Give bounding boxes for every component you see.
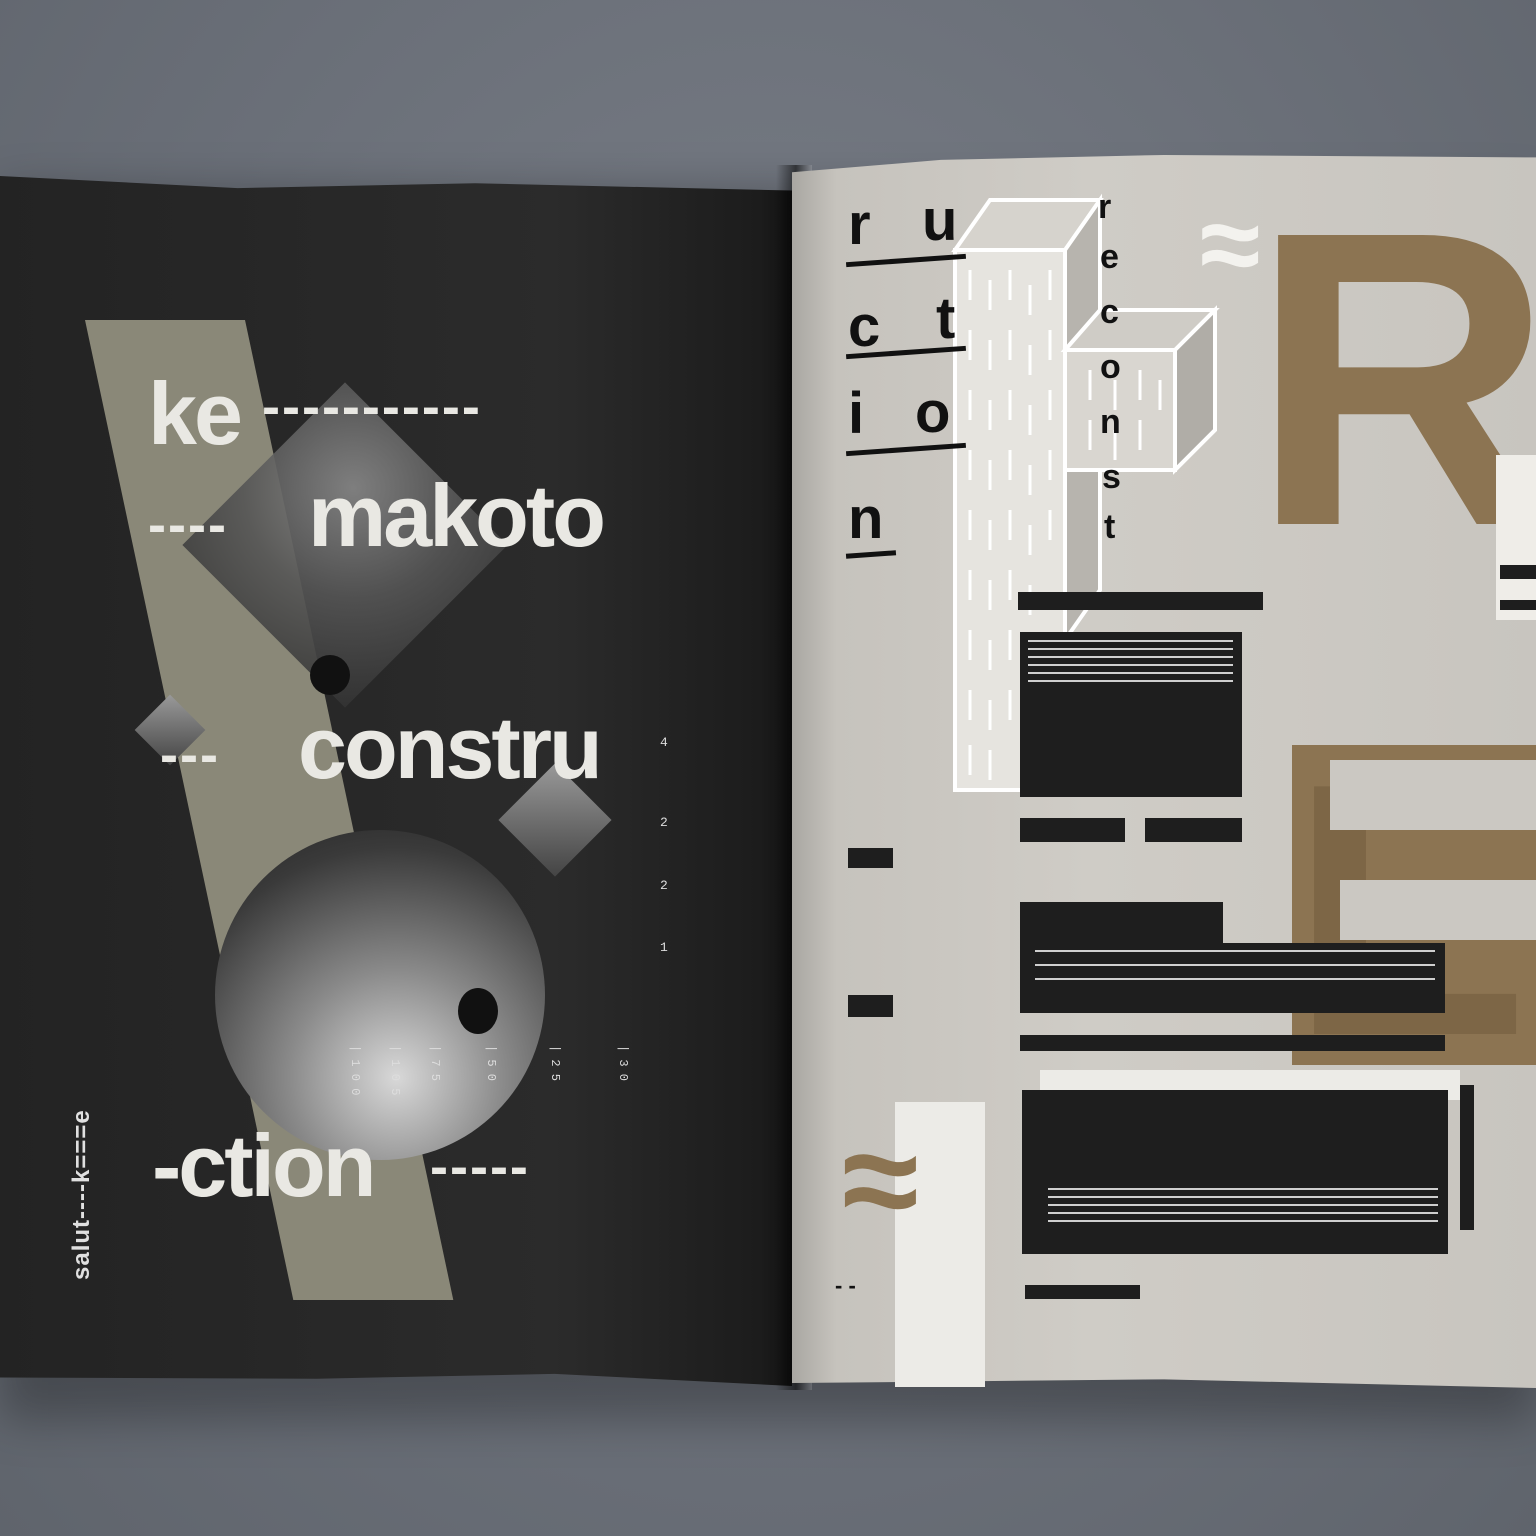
small-tag <box>848 848 893 868</box>
bottom-dash-mark: - - <box>835 1273 856 1298</box>
word-ction: -ction <box>152 1116 377 1215</box>
vertical-side-text: salut----k===e <box>68 1109 95 1280</box>
small-black-tab <box>1500 565 1536 579</box>
vertical-digit: 2 <box>660 815 668 830</box>
tilde-mark-bottom: ≈ <box>842 1101 919 1258</box>
sphere-hole <box>458 988 498 1034</box>
light-strip <box>1330 760 1536 830</box>
light-strip <box>1340 880 1536 940</box>
small-tag <box>848 995 893 1017</box>
diamond-hole <box>310 655 350 695</box>
number-column: | 3 0 <box>616 1045 630 1082</box>
vertical-letter: o <box>915 380 951 445</box>
vertical-letter-small: t <box>1104 508 1116 546</box>
text-block-lines <box>1035 950 1435 980</box>
vertical-letter-small: o <box>1100 348 1121 386</box>
number-column: | 2 5 <box>548 1045 562 1082</box>
bar-bottom <box>1025 1285 1140 1299</box>
text-block-bottom <box>1022 1090 1448 1254</box>
dashes-constru: --- <box>160 725 220 785</box>
vertical-letter-small: n <box>1100 403 1121 441</box>
word-ke: ke <box>148 364 243 463</box>
text-block-lines <box>1028 640 1233 688</box>
vertical-letter: t <box>936 286 956 351</box>
dashes-ke: ----------- <box>262 377 482 437</box>
vertical-letter: n <box>848 486 884 551</box>
bar-short <box>1020 818 1125 842</box>
text-block-lines <box>1048 1188 1438 1228</box>
vertical-letter: r <box>848 192 871 257</box>
number-column: | 1 0 0 <box>348 1045 362 1096</box>
vertical-letter-small: r <box>1098 188 1112 226</box>
word-makoto: makoto <box>308 466 606 565</box>
vertical-letter: u <box>922 188 958 253</box>
vertical-digit: 1 <box>660 940 668 955</box>
vertical-letter-small: s <box>1102 458 1121 496</box>
dashes-ction: ----- <box>430 1137 530 1197</box>
word-constru: constru <box>298 698 603 797</box>
vertical-letter: c <box>848 294 881 359</box>
number-column: | 7 5 <box>428 1045 442 1082</box>
number-column: | 1 0 5 <box>388 1045 402 1096</box>
dashes-makoto: ---- <box>148 495 228 555</box>
vertical-letter-small: e <box>1100 238 1119 276</box>
vertical-digit: 4 <box>660 735 668 750</box>
thin-bar <box>1020 1035 1445 1051</box>
small-black-tab <box>1500 600 1536 610</box>
number-column: | 5 0 <box>484 1045 498 1082</box>
small-white-tab <box>1496 455 1536 620</box>
vertical-letter: i <box>848 381 865 446</box>
textured-sphere <box>215 830 545 1160</box>
vertical-letter-small: c <box>1100 293 1119 331</box>
big-letter-r: R <box>1250 145 1536 614</box>
bar-vertical <box>1460 1085 1474 1230</box>
bar-short <box>1145 818 1242 842</box>
header-bar <box>1018 592 1263 610</box>
vertical-digit: 2 <box>660 878 668 893</box>
